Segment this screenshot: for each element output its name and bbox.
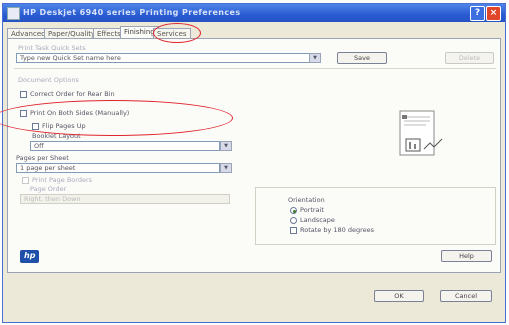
chevron-down-icon: ▼ <box>313 55 317 61</box>
help-title-button[interactable]: ? <box>470 6 485 21</box>
ok-button[interactable]: OK <box>374 290 424 302</box>
print-page-borders-checkbox[interactable] <box>22 177 29 184</box>
print-both-sides-label: Print On Both Sides (Manually) <box>30 109 130 117</box>
chevron-down-icon: ▼ <box>224 143 228 149</box>
correct-order-checkbox[interactable] <box>20 91 27 98</box>
flip-pages-up-label: Flip Pages Up <box>42 122 86 130</box>
flip-pages-up-checkbox[interactable] <box>32 123 39 130</box>
quick-sets-input[interactable]: Type new Quick Set name here <box>16 53 320 63</box>
help-button[interactable]: Help <box>441 250 492 262</box>
document-options-label: Document Options <box>18 76 79 84</box>
page-order-select[interactable]: Right, then Down <box>20 194 230 204</box>
landscape-label: Landscape <box>300 216 335 224</box>
pages-per-sheet-select[interactable]: 1 page per sheet <box>16 163 220 173</box>
pages-per-sheet-label: Pages per Sheet <box>16 154 69 162</box>
title-bar: HP Deskjet 6940 series Printing Preferen… <box>3 4 505 22</box>
booklet-layout-select[interactable]: Off <box>30 141 220 151</box>
correct-order-label: Correct Order for Rear Bin <box>30 90 115 98</box>
orientation-label: Orientation <box>288 196 325 204</box>
save-button[interactable]: Save <box>337 52 387 64</box>
booklet-layout-label: Booklet Layout <box>32 132 81 140</box>
print-page-borders-label: Print Page Borders <box>32 176 92 184</box>
delete-button[interactable]: Delete <box>445 52 494 64</box>
separator <box>14 68 496 69</box>
quick-sets-label: Print Task Quick Sets <box>18 44 86 52</box>
page-preview-icon <box>399 110 443 156</box>
printer-icon <box>7 7 20 20</box>
portrait-radio[interactable] <box>290 207 297 214</box>
pages-per-sheet-dropdown-button[interactable]: ▼ <box>220 163 232 173</box>
page-order-label: Page Order <box>30 185 67 193</box>
window-title: HP Deskjet 6940 series Printing Preferen… <box>23 8 241 17</box>
finishing-panel: Print Task Quick Sets Type new Quick Set… <box>7 38 501 273</box>
print-both-sides-checkbox[interactable] <box>20 110 27 117</box>
close-button[interactable]: × <box>486 6 501 21</box>
quick-sets-dropdown-button[interactable]: ▼ <box>309 53 321 63</box>
hp-logo-icon: hp <box>20 250 39 263</box>
chevron-down-icon: ▼ <box>224 165 228 171</box>
cancel-button[interactable]: Cancel <box>440 290 492 302</box>
portrait-label: Portrait <box>300 206 324 214</box>
landscape-radio[interactable] <box>290 217 297 224</box>
booklet-dropdown-button[interactable]: ▼ <box>220 141 232 151</box>
rotate-180-checkbox[interactable] <box>290 227 297 234</box>
printing-preferences-dialog: HP Deskjet 6940 series Printing Preferen… <box>0 3 506 323</box>
rotate-180-label: Rotate by 180 degrees <box>300 226 375 234</box>
